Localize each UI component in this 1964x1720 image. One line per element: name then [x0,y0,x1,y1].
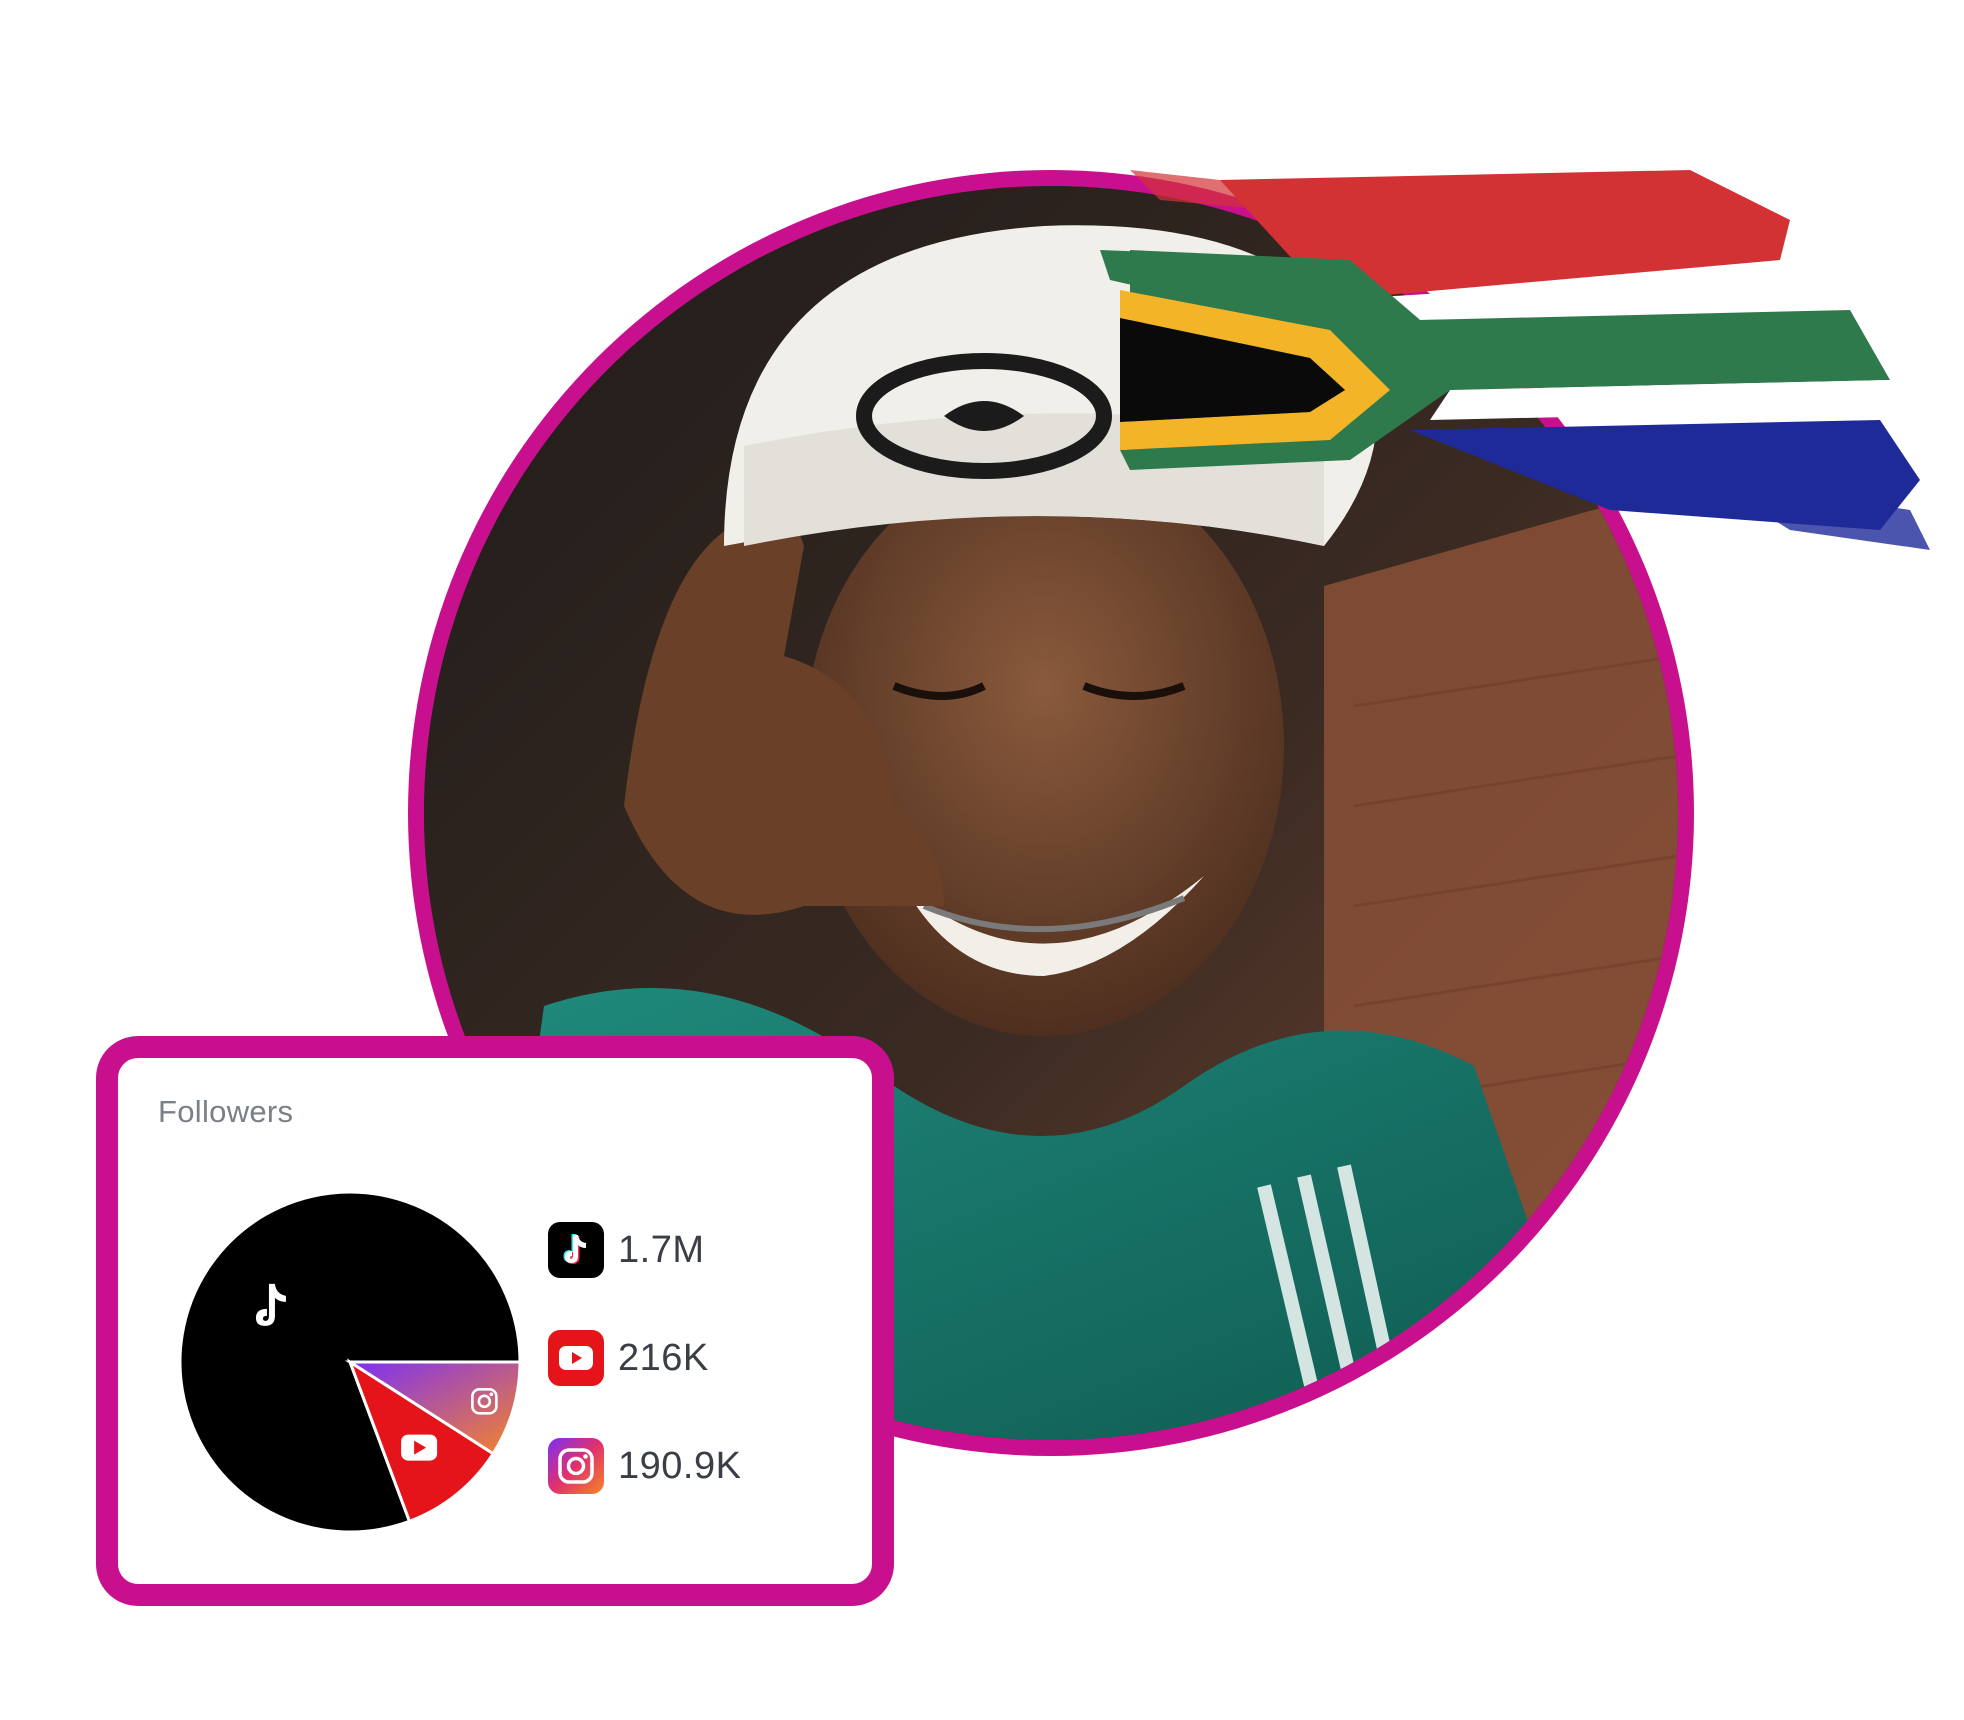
stat-tiktok: 1.7M [548,1220,741,1280]
pie-youtube-icon [401,1434,438,1461]
followers-card: Followers 1.7M 216K 190.9K [96,1036,894,1606]
instagram-icon [548,1438,604,1494]
youtube-icon [548,1330,604,1386]
followers-pie-chart [178,1190,522,1534]
followers-title: Followers [158,1094,294,1129]
south-africa-flag [1100,170,1930,550]
instagram-followers-value: 190.9K [618,1444,742,1487]
followers-stats: 1.7M 216K 190.9K [548,1220,741,1544]
youtube-followers-value: 216K [618,1336,709,1379]
stat-instagram: 190.9K [548,1436,741,1496]
tiktok-icon [548,1222,604,1278]
stat-youtube: 216K [548,1328,741,1388]
tiktok-followers-value: 1.7M [618,1228,705,1271]
